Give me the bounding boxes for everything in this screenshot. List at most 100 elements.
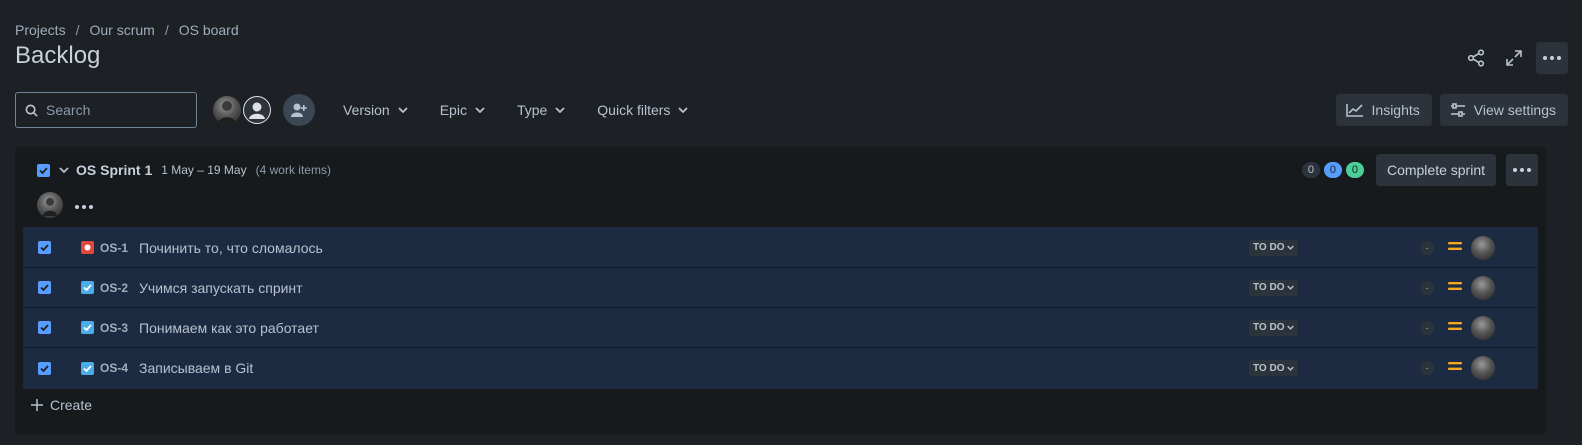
assignee-avatar[interactable]	[1471, 235, 1495, 260]
plus-icon	[31, 399, 43, 411]
search-icon	[25, 104, 38, 117]
status-dropdown[interactable]: TO DO	[1249, 239, 1299, 256]
task-icon	[81, 361, 94, 375]
version-filter-label: Version	[343, 102, 390, 118]
expand-icon	[1506, 50, 1522, 66]
sprint-more-button[interactable]	[1506, 154, 1538, 186]
page-title: Backlog	[15, 42, 101, 69]
check-icon	[40, 324, 49, 331]
version-filter[interactable]: Version	[339, 94, 412, 126]
status-dropdown[interactable]: TO DO	[1249, 360, 1299, 376]
add-people-button[interactable]	[283, 94, 315, 126]
issue-key[interactable]: OS-1	[100, 241, 128, 255]
quick-filters[interactable]: Quick filters	[593, 94, 692, 126]
sprint-header: OS Sprint 1 1 May – 19 May (4 work items…	[37, 161, 331, 179]
priority-medium-icon	[1448, 239, 1462, 257]
issue-summary[interactable]: Учимся запускать спринт	[139, 280, 303, 296]
priority-medium-icon	[1448, 279, 1462, 297]
check-icon	[40, 284, 49, 291]
story-points-badge[interactable]: -	[1420, 320, 1434, 335]
share-icon	[1467, 49, 1485, 67]
issue-summary[interactable]: Починить то, что сломалось	[139, 240, 323, 256]
sprint-container: OS Sprint 1 1 May – 19 May (4 work items…	[15, 147, 1546, 435]
issue-row[interactable]: OS-1 Починить то, что сломалось TO DO -	[24, 228, 1537, 268]
insights-button[interactable]: Insights	[1335, 94, 1432, 126]
toolbar-right: Insights View settings	[1335, 94, 1568, 126]
sprint-select-checkbox[interactable]	[37, 163, 50, 177]
fullscreen-button[interactable]	[1498, 42, 1530, 74]
breadcrumb-separator: /	[164, 22, 169, 38]
status-label: TO DO	[1253, 322, 1285, 333]
search-field[interactable]	[15, 92, 197, 128]
breadcrumb-projects[interactable]: Projects	[15, 22, 66, 38]
chart-line-icon	[1345, 104, 1363, 117]
issue-checkbox[interactable]	[38, 281, 51, 294]
story-points-badge[interactable]: -	[1420, 240, 1434, 255]
avatar-group	[211, 94, 315, 126]
chevron-down-icon	[59, 167, 69, 173]
complete-sprint-button[interactable]: Complete sprint	[1375, 154, 1496, 186]
issue-key[interactable]: OS-3	[100, 321, 128, 335]
chevron-down-icon	[1287, 366, 1295, 371]
status-label: TO DO	[1253, 242, 1285, 253]
chevron-down-icon	[1287, 285, 1295, 290]
sprint-actions: 0 0 0 Complete sprint	[1301, 154, 1538, 186]
breadcrumb-project[interactable]: Our scrum	[89, 22, 154, 38]
chevron-down-icon	[1287, 245, 1295, 250]
status-label: TO DO	[1253, 282, 1285, 293]
sprint-dates: 1 May – 19 May	[161, 163, 247, 177]
breadcrumb: Projects / Our scrum / OS board	[15, 22, 239, 38]
assignee-avatar[interactable]	[1471, 315, 1495, 340]
epic-filter-label: Epic	[439, 102, 467, 118]
task-icon	[81, 321, 94, 334]
search-input[interactable]	[46, 102, 186, 118]
type-filter[interactable]: Type	[513, 94, 569, 126]
epic-filter[interactable]: Epic	[436, 94, 489, 126]
sprint-collapse-toggle[interactable]	[59, 167, 69, 173]
story-points-badge[interactable]: -	[1420, 361, 1434, 375]
assignee-avatar[interactable]	[1471, 275, 1495, 300]
avatar-unassigned-filter[interactable]	[241, 94, 273, 126]
issue-key[interactable]: OS-4	[100, 361, 128, 375]
issue-row[interactable]: OS-4 Записываем в Git TO DO -	[24, 348, 1537, 388]
priority-medium-icon	[1448, 359, 1462, 377]
issue-summary[interactable]: Понимаем как это работает	[139, 320, 319, 336]
issue-row[interactable]: OS-2 Учимся запускать спринт TO DO -	[24, 268, 1537, 308]
more-participants-button[interactable]	[75, 196, 93, 214]
issue-checkbox[interactable]	[38, 361, 51, 375]
status-dropdown[interactable]: TO DO	[1249, 319, 1299, 336]
issue-list: OS-1 Починить то, что сломалось TO DO - …	[23, 227, 1538, 389]
avatar[interactable]	[37, 192, 63, 218]
story-points-badge[interactable]: -	[1420, 280, 1434, 295]
check-icon	[40, 244, 49, 251]
in-progress-count-badge: 0	[1323, 162, 1342, 178]
issue-checkbox[interactable]	[38, 241, 51, 254]
status-dropdown[interactable]: TO DO	[1249, 279, 1299, 296]
bug-icon	[81, 241, 94, 254]
more-actions-button[interactable]	[1536, 42, 1568, 74]
avatar-user-filter[interactable]	[211, 94, 243, 126]
done-count-badge: 0	[1345, 162, 1364, 178]
share-button[interactable]	[1460, 42, 1492, 74]
type-filter-label: Type	[516, 102, 548, 118]
status-label: TO DO	[1253, 362, 1285, 374]
person-icon	[244, 97, 270, 123]
create-issue-button[interactable]: Create	[31, 397, 92, 413]
assignee-avatar[interactable]	[1471, 356, 1495, 380]
issue-row[interactable]: OS-3 Понимаем как это работает TO DO -	[24, 308, 1537, 348]
quick-filters-label: Quick filters	[597, 102, 671, 118]
check-icon	[39, 166, 48, 174]
sliders-icon	[1450, 103, 1465, 117]
more-icon	[1543, 56, 1561, 60]
person-photo-icon	[42, 197, 58, 216]
issue-key[interactable]: OS-2	[100, 281, 128, 295]
sprint-item-count: (4 work items)	[255, 163, 331, 177]
issue-summary[interactable]: Записываем в Git	[139, 360, 253, 376]
page-actions	[1460, 42, 1568, 74]
issue-checkbox[interactable]	[38, 321, 51, 334]
sprint-participants	[37, 192, 93, 218]
breadcrumb-board[interactable]: OS board	[179, 22, 239, 38]
chevron-down-icon	[475, 107, 485, 113]
add-person-icon	[291, 103, 307, 117]
view-settings-button[interactable]: View settings	[1439, 94, 1568, 126]
